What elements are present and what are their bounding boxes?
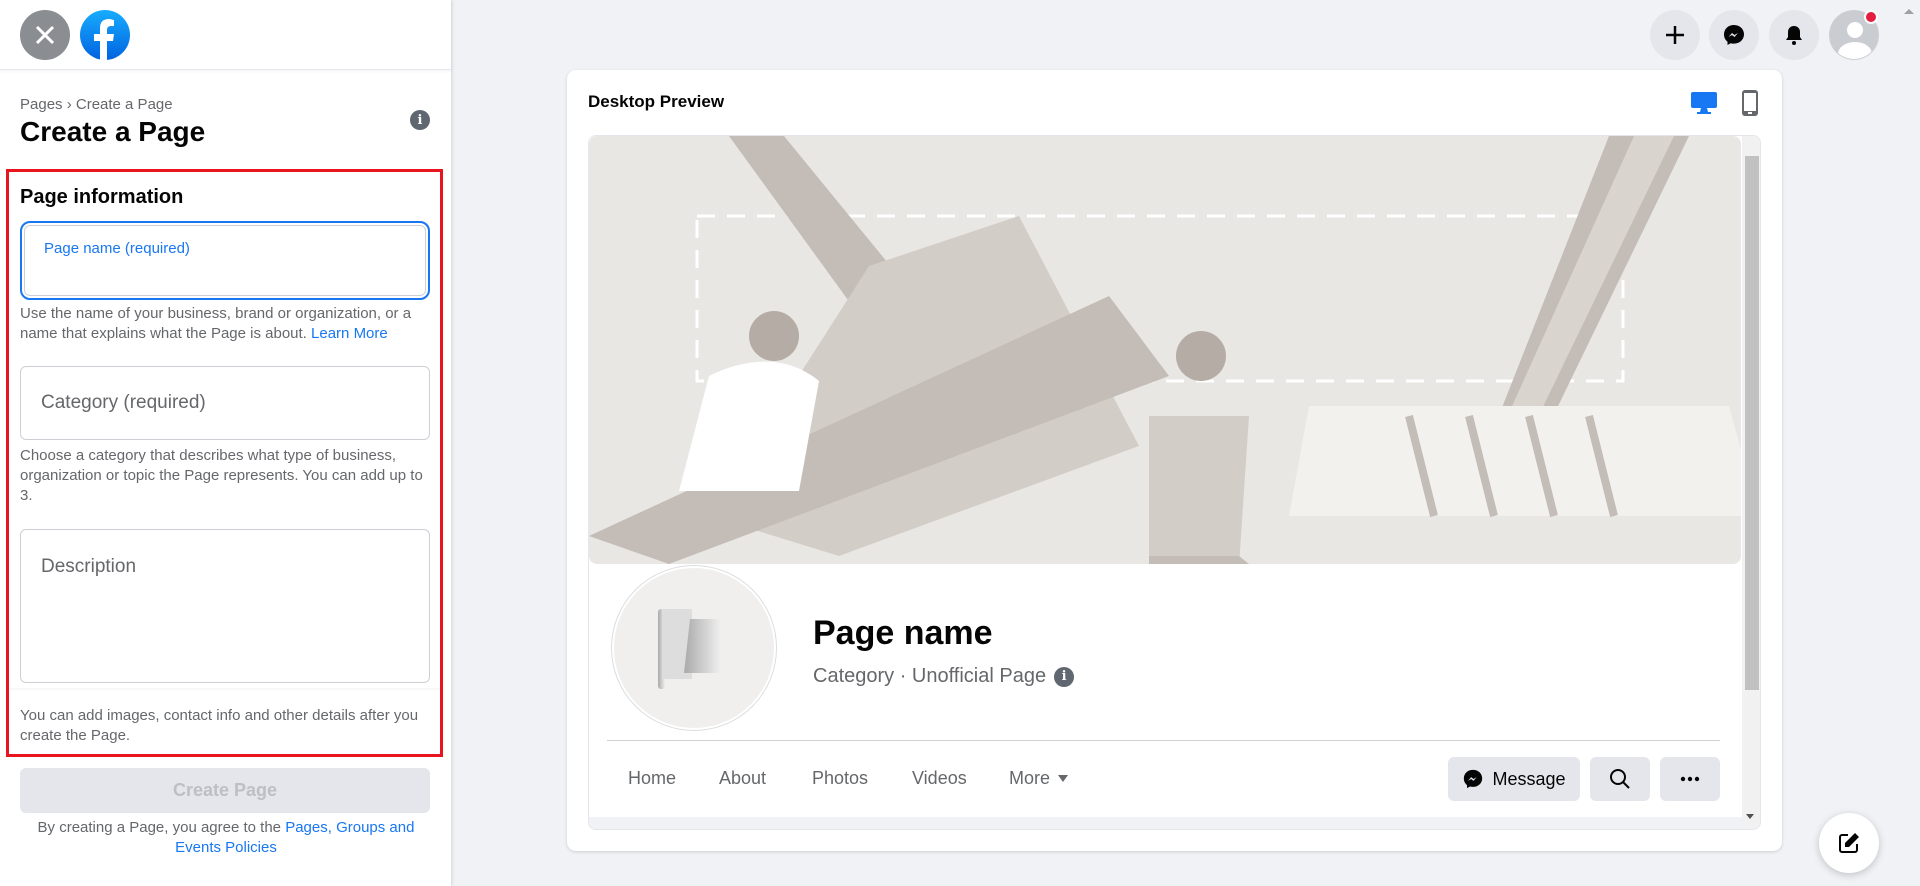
- new-message-button[interactable]: [1819, 813, 1879, 873]
- message-button[interactable]: Message: [1448, 757, 1580, 801]
- cover-illustration: [589, 136, 1741, 564]
- preview-title: Desktop Preview: [588, 92, 725, 111]
- preview-page-name: Page name: [813, 614, 993, 652]
- close-button[interactable]: [20, 10, 70, 60]
- scroll-up-arrow[interactable]: [1904, 9, 1914, 14]
- category-placeholder: Category (required): [41, 392, 206, 413]
- profile-picture: [612, 566, 776, 730]
- caret-down-icon: [1058, 775, 1069, 782]
- sidebar: Pages › Create a Page Create a Page i Pa…: [0, 0, 451, 886]
- section-title: Page information: [20, 186, 184, 208]
- category-line: Category · Unofficial Page: [813, 665, 1047, 687]
- page-title: Create a Page: [20, 116, 206, 147]
- create-button[interactable]: [1650, 10, 1700, 60]
- footer-note: You can add images, contact info and oth…: [20, 707, 419, 744]
- messenger-icon: [1464, 769, 1483, 789]
- facebook-icon: [94, 19, 114, 60]
- facebook-logo[interactable]: [80, 10, 130, 60]
- tab-home[interactable]: Home: [628, 768, 676, 789]
- flag-icon: [658, 609, 720, 689]
- divider: [9, 688, 440, 691]
- ellipsis-icon: [1680, 776, 1700, 782]
- desktop-icon[interactable]: [1690, 90, 1718, 116]
- tab-about[interactable]: About: [719, 768, 766, 789]
- compose-icon: [1839, 833, 1859, 853]
- divider: [607, 740, 1720, 741]
- learn-more-link[interactable]: Learn More: [311, 325, 388, 342]
- terms-text: By creating a Page, you agree to the Pag…: [14, 818, 438, 858]
- category-help: Choose a category that describes what ty…: [20, 447, 423, 504]
- message-label: Message: [1492, 768, 1566, 789]
- notifications-button[interactable]: [1769, 10, 1819, 60]
- page-name-label: Page name (required): [44, 240, 190, 257]
- tab-more[interactable]: More: [1009, 768, 1069, 789]
- create-page-button[interactable]: Create Page: [20, 768, 430, 813]
- description-input[interactable]: Description: [20, 529, 430, 683]
- close-icon: [35, 25, 55, 45]
- mobile-icon[interactable]: [1740, 89, 1760, 117]
- tab-photos[interactable]: Photos: [812, 768, 868, 789]
- description-placeholder: Description: [41, 556, 137, 577]
- breadcrumb[interactable]: Pages › Create a Page: [20, 96, 173, 113]
- preview-bottom-strip: [589, 817, 1742, 829]
- category-input[interactable]: Category (required): [20, 366, 430, 440]
- plus-icon: [1666, 26, 1684, 44]
- preview-scrollbar[interactable]: [1742, 136, 1760, 829]
- messenger-button[interactable]: [1709, 10, 1759, 60]
- search-icon: [1610, 769, 1630, 789]
- more-options-button[interactable]: [1660, 757, 1720, 801]
- bell-icon: [1786, 26, 1802, 45]
- scrollbar-thumb[interactable]: [1745, 156, 1759, 690]
- info-icon[interactable]: i: [410, 110, 430, 130]
- tab-videos[interactable]: Videos: [912, 768, 967, 789]
- terms-prefix: By creating a Page, you agree to the: [37, 819, 282, 836]
- info-icon[interactable]: i: [1054, 666, 1075, 687]
- notification-badge: [1864, 10, 1878, 24]
- page-name-help: Use the name of your business, brand or …: [20, 304, 434, 344]
- messenger-icon: [1724, 25, 1744, 45]
- search-button[interactable]: [1590, 757, 1650, 801]
- preview-category: Category · Unofficial Page i: [813, 665, 1075, 688]
- page-name-input[interactable]: Page name (required): [20, 221, 430, 300]
- preview-frame: [588, 135, 1761, 830]
- scroll-down-arrow[interactable]: [1746, 814, 1754, 819]
- tab-more-label: More: [1009, 768, 1051, 788]
